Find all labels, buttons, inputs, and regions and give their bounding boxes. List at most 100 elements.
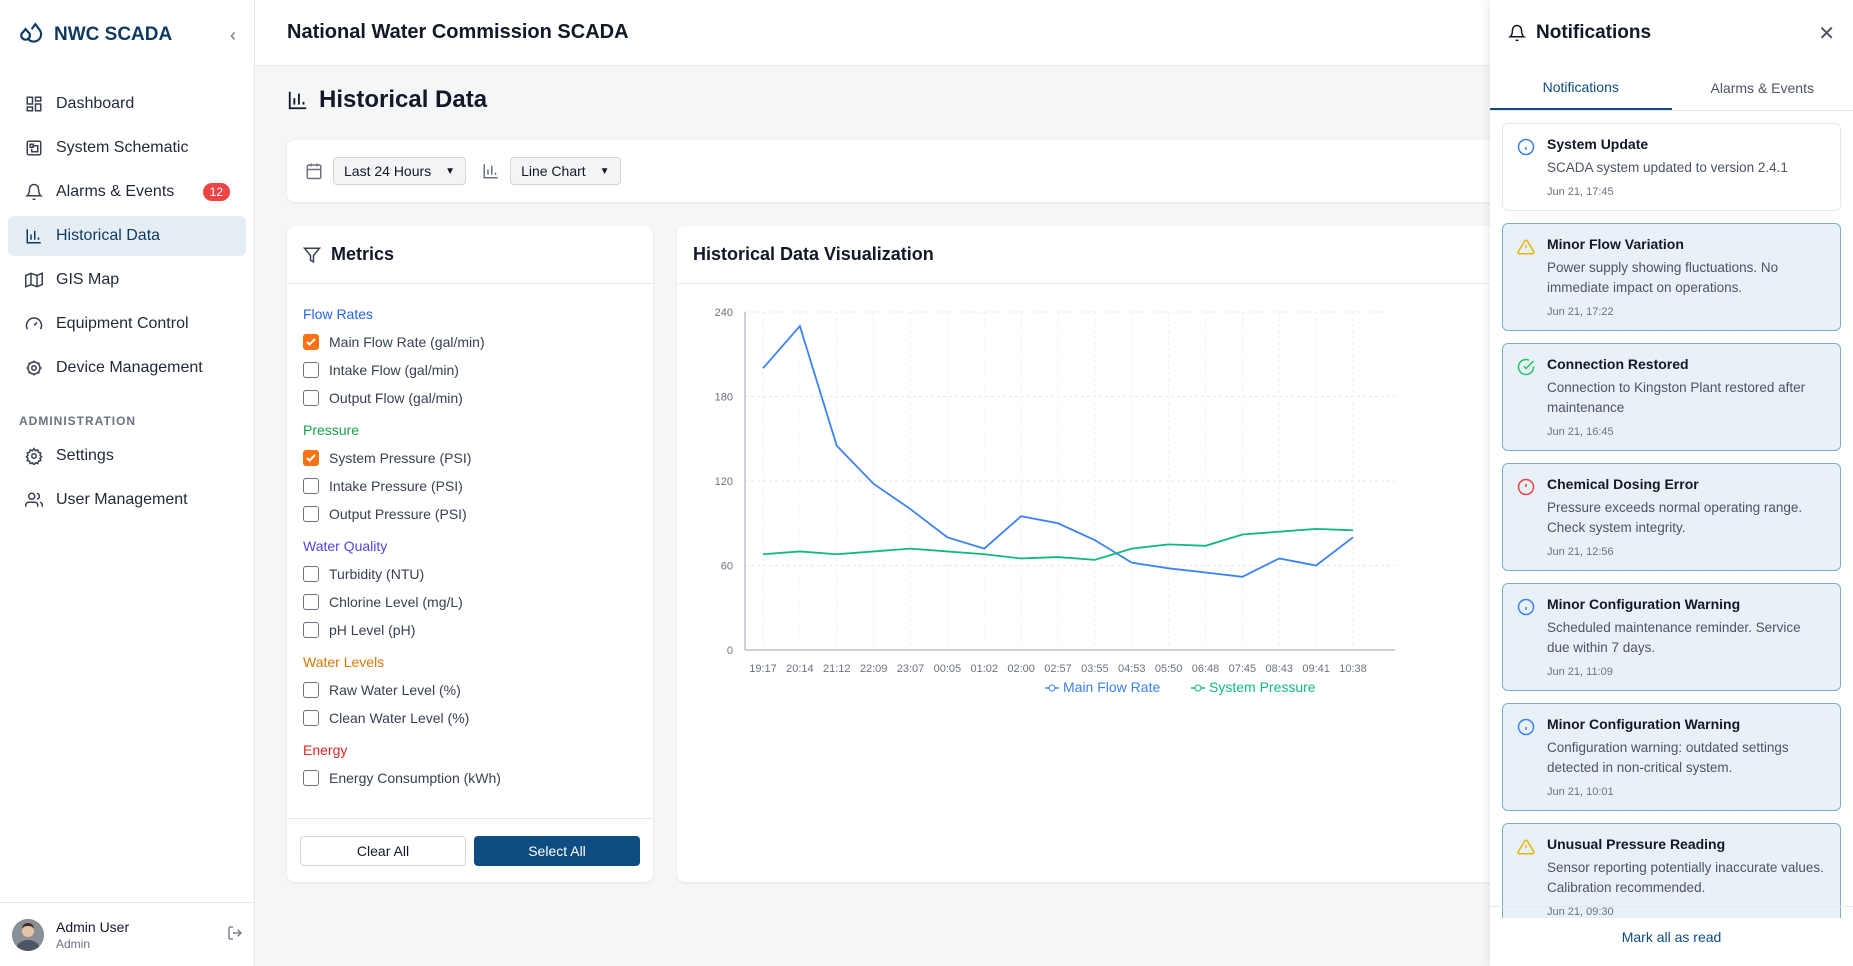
y-tick-label: 60	[721, 561, 733, 573]
chart-type-select[interactable]: Line Chart ▼	[510, 157, 621, 185]
brand-name: NWC SCADA	[54, 24, 173, 45]
metric-checkbox-row[interactable]: Intake Flow (gal/min)	[303, 356, 637, 384]
metric-label: Main Flow Rate (gal/min)	[329, 334, 485, 350]
notification-title: System Update	[1547, 136, 1649, 152]
notification-title: Connection Restored	[1547, 356, 1689, 372]
legend-marker	[1194, 684, 1202, 692]
notification-item[interactable]: Minor Configuration Warning Scheduled mai…	[1502, 583, 1841, 691]
x-tick-label: 19:17	[749, 663, 777, 675]
metric-checkbox-row[interactable]: pH Level (pH)	[303, 616, 637, 644]
x-tick-label: 02:57	[1044, 663, 1072, 675]
sidebar-item-alarms-events[interactable]: Alarms & Events 12	[8, 172, 246, 212]
checkbox[interactable]	[303, 682, 319, 698]
mark-all-read-button[interactable]: Mark all as read	[1490, 906, 1853, 966]
notifications-tabs: Notifications Alarms & Events	[1490, 66, 1853, 111]
notification-item[interactable]: Minor Configuration Warning Configuration…	[1502, 703, 1841, 811]
check-icon	[306, 338, 316, 346]
notifications-title: Notifications	[1536, 22, 1652, 43]
notification-message: Pressure exceeds normal operating range.…	[1547, 500, 1803, 535]
metric-checkbox-row[interactable]: Intake Pressure (PSI)	[303, 472, 637, 500]
sidebar-item-system-schematic[interactable]: System Schematic	[8, 128, 246, 168]
notification-message: Power supply showing fluctuations. No im…	[1547, 260, 1779, 295]
notification-item[interactable]: Unusual Pressure Reading Sensor reporting…	[1502, 823, 1841, 918]
sidebar-item-gis-map[interactable]: GIS Map	[8, 260, 246, 300]
chevron-down-icon: ▼	[599, 165, 610, 177]
checkbox[interactable]	[303, 594, 319, 610]
x-tick-label: 02:00	[1007, 663, 1035, 675]
series-line-system-pressure	[762, 527, 1354, 561]
x-tick-label: 00:05	[934, 663, 962, 675]
metric-checkbox-row[interactable]: Raw Water Level (%)	[303, 676, 637, 704]
x-tick-label: 09:41	[1302, 663, 1330, 675]
x-tick-label: 04:53	[1118, 663, 1146, 675]
checkbox[interactable]	[303, 506, 319, 522]
metric-checkbox-row[interactable]: Main Flow Rate (gal/min)	[303, 328, 637, 356]
notification-item[interactable]: Chemical Dosing Error Pressure exceeds no…	[1502, 463, 1841, 571]
metric-group-title: Flow Rates	[303, 306, 374, 322]
legend-marker	[1048, 684, 1056, 692]
sidebar-item-settings[interactable]: Settings	[8, 436, 246, 476]
logout-icon[interactable]	[227, 925, 243, 944]
notification-title: Chemical Dosing Error	[1547, 476, 1699, 492]
sidebar: NWC SCADA ‹ Dashboard System Schematic Ala…	[0, 0, 255, 966]
sidebar-item-label: GIS Map	[56, 271, 120, 288]
metric-checkbox-row[interactable]: Output Pressure (PSI)	[303, 500, 637, 528]
metric-checkbox-row[interactable]: Output Flow (gal/min)	[303, 384, 637, 412]
metric-checkbox-row[interactable]: Turbidity (NTU)	[303, 560, 637, 588]
sidebar-item-historical-data[interactable]: Historical Data	[8, 216, 246, 256]
metric-label: System Pressure (PSI)	[329, 450, 472, 466]
header-title: National Water Commission SCADA	[287, 21, 629, 43]
water-drop-logo-icon	[20, 22, 43, 43]
checkbox[interactable]	[303, 622, 319, 638]
x-tick-label: 01:02	[970, 663, 998, 675]
gauge-icon	[24, 314, 44, 334]
metrics-footer: Clear All Select All	[287, 818, 653, 882]
time-range-select[interactable]: Last 24 Hours ▼	[333, 157, 467, 185]
metrics-list: Flow Rates Main Flow Rate (gal/min) Intake…	[287, 284, 653, 804]
close-icon[interactable]: ✕	[1818, 21, 1835, 46]
check-icon	[306, 454, 316, 462]
notification-item[interactable]: Connection Restored Connection to Kingsto…	[1502, 343, 1841, 451]
legend-label: System Pressure	[1209, 679, 1316, 695]
notification-item[interactable]: System Update SCADA system updated to ver…	[1502, 123, 1841, 211]
bar-chart-icon	[24, 226, 44, 246]
sidebar-item-dashboard[interactable]: Dashboard	[8, 84, 246, 124]
sidebar-item-equipment-control[interactable]: Equipment Control	[8, 304, 246, 344]
metric-checkbox-row[interactable]: Energy Consumption (kWh)	[303, 764, 637, 792]
viz-title: Historical Data Visualization	[693, 244, 934, 264]
tab-alarms-events[interactable]: Alarms & Events	[1672, 66, 1853, 110]
users-icon	[24, 490, 44, 510]
checkbox[interactable]	[303, 770, 319, 786]
metric-checkbox-row[interactable]: Chlorine Level (mg/L)	[303, 588, 637, 616]
bar-chart-icon	[288, 91, 307, 110]
sidebar-item-device-management[interactable]: Device Management	[8, 348, 246, 388]
checkbox[interactable]	[303, 390, 319, 406]
line-chart: 0 60 120 180 240 19:17 20:14 21:12 22:09 23:07 00:…	[715, 307, 1395, 695]
tab-notifications[interactable]: Notifications	[1490, 66, 1672, 110]
sidebar-item-label: System Schematic	[56, 139, 189, 156]
chart-area: 0 60 120 180 240 19:17 20:14 21:12 22:09 23:07 00:…	[677, 284, 1587, 735]
notification-time: Jun 21, 17:45	[1547, 186, 1614, 198]
success-icon	[1517, 358, 1535, 379]
checkbox[interactable]	[303, 478, 319, 494]
metric-label: Raw Water Level (%)	[329, 682, 461, 698]
checkbox[interactable]	[303, 450, 319, 466]
avatar[interactable]	[12, 918, 44, 951]
collapse-sidebar-button[interactable]: ‹	[230, 25, 236, 46]
checkbox[interactable]	[303, 710, 319, 726]
notification-time: Jun 21, 10:01	[1547, 786, 1614, 798]
settings-icon	[24, 446, 44, 466]
checkbox[interactable]	[303, 566, 319, 582]
time-range-value: Last 24 Hours	[344, 163, 432, 179]
metric-group-title: Energy	[303, 742, 348, 758]
metric-checkbox-row[interactable]: System Pressure (PSI)	[303, 444, 637, 472]
notification-item[interactable]: Minor Flow Variation Power supply showing…	[1502, 223, 1841, 331]
clear-all-button[interactable]: Clear All	[300, 835, 466, 866]
user-avatar-icon	[12, 918, 44, 951]
checkbox[interactable]	[303, 362, 319, 378]
checkbox[interactable]	[303, 334, 319, 350]
select-all-button[interactable]: Select All	[474, 835, 640, 866]
metric-checkbox-row[interactable]: Clean Water Level (%)	[303, 704, 637, 732]
visualization-card: Historical Data Visualization 0 60 120 180 2…	[677, 226, 1587, 882]
sidebar-item-user-management[interactable]: User Management	[8, 480, 246, 520]
